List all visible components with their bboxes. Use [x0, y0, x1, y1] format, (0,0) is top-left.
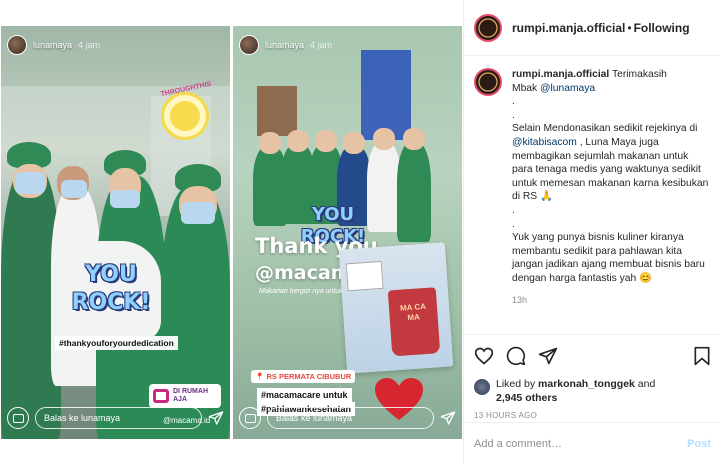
- story-2-reply-bar: Balas ke lunamaya: [239, 405, 456, 431]
- liker-avatar[interactable]: [474, 379, 490, 395]
- story-1-username[interactable]: lunamaya: [33, 40, 72, 50]
- add-comment-bar: Add a comment… Post: [464, 422, 720, 464]
- di-rumah-text: DI RUMAH: [173, 388, 208, 395]
- author-avatar[interactable]: [474, 13, 502, 42]
- story-1-avatar[interactable]: [7, 35, 27, 55]
- camera-icon[interactable]: [7, 407, 29, 429]
- hashtag-macamacare[interactable]: #macamacare untuk: [257, 388, 352, 402]
- person-2-mask: [61, 180, 87, 198]
- story-2-header: lunamaya 4 jam: [239, 34, 456, 56]
- cup-label: MA CA MA: [399, 301, 427, 323]
- sun-sticker: [161, 92, 209, 140]
- story-1-header: lunamaya 4 jam: [7, 34, 224, 56]
- liker-username[interactable]: markonah_tonggek: [538, 378, 635, 390]
- caption-dot3: .: [512, 204, 515, 216]
- medic-f-face: [403, 128, 425, 150]
- story-slide-1[interactable]: lunamaya 4 jam THROUGHTHIS YOU ROCK! #th…: [1, 26, 230, 439]
- camera-icon[interactable]: [239, 407, 261, 429]
- medic-d-face: [343, 132, 365, 154]
- share-icon[interactable]: [538, 346, 558, 366]
- comment-input[interactable]: Add a comment…: [474, 438, 562, 450]
- story-2-time: 4 jam: [310, 40, 333, 50]
- likes-text: Liked by markonah_tonggek and 2,945 othe…: [496, 377, 655, 405]
- post-media: lunamaya 4 jam THROUGHTHIS YOU ROCK! #th…: [0, 0, 463, 464]
- caption-username[interactable]: rumpi.manja.official: [512, 69, 609, 80]
- mention-lunamaya[interactable]: @lunamaya: [540, 83, 595, 94]
- following-button[interactable]: Following: [634, 21, 690, 35]
- medic-e-figure: [367, 142, 401, 232]
- medic-f-figure: [397, 142, 431, 242]
- medic-b-face: [287, 130, 309, 152]
- caption-area: rumpi.manja.official Terimakasih Mbak @l…: [464, 56, 720, 334]
- caption-avatar[interactable]: [474, 68, 502, 96]
- story-2-avatar[interactable]: [239, 35, 259, 55]
- medic-a-face: [259, 132, 281, 154]
- story-2-username[interactable]: lunamaya: [265, 40, 304, 50]
- instagram-post-view: lunamaya 4 jam THROUGHTHIS YOU ROCK! #th…: [0, 0, 720, 464]
- caption-time[interactable]: 13h: [512, 294, 711, 308]
- person-4-mask: [181, 202, 215, 224]
- posted-ago[interactable]: 13 HOURS AGO: [474, 411, 711, 420]
- caption-dot1: .: [512, 96, 515, 108]
- caption-dot4: .: [512, 218, 515, 230]
- post-sidebar: rumpi.manja.official • Following rumpi.m…: [463, 0, 720, 464]
- story-1-hashtag[interactable]: #thankyouforyourdedication: [55, 336, 178, 350]
- bookmark-icon[interactable]: [693, 346, 711, 366]
- cabinet: [257, 86, 297, 136]
- person-1-mask: [15, 172, 45, 194]
- send-icon[interactable]: [440, 410, 456, 426]
- caption-line2-prefix: Mbak: [512, 82, 541, 94]
- location-sticker[interactable]: 📍 RS PERMATA CIBUBUR: [251, 370, 356, 383]
- caption-para2: Yuk yang punya bisnis kuliner kiranya me…: [512, 232, 705, 284]
- post-header: rumpi.manja.official • Following: [464, 0, 720, 56]
- send-icon[interactable]: [208, 410, 224, 426]
- author-username[interactable]: rumpi.manja.official: [512, 21, 625, 35]
- story-1-reply-input[interactable]: Balas ke lunamaya: [35, 407, 202, 429]
- likes-middle: and: [634, 378, 656, 390]
- story-slide-2[interactable]: lunamaya 4 jam YOU ROCK! Thank you @maca…: [233, 26, 462, 439]
- you-sticker-2-text: YOU: [311, 204, 355, 225]
- caption-para1-a: Selain Mendonasikan sedikit rejekinya di: [512, 123, 698, 135]
- cup-photo-card: MA CA MA: [338, 242, 454, 374]
- story-1-time: 4 jam: [78, 40, 101, 50]
- sun-face-icon: [170, 101, 200, 131]
- you-sticker-text: YOU: [85, 262, 137, 287]
- likes-prefix: Liked by: [496, 378, 539, 390]
- story-2-reply-input[interactable]: Balas ke lunamaya: [267, 407, 434, 429]
- story-1-reply-bar: Balas ke lunamaya: [7, 405, 224, 431]
- comment-icon[interactable]: [506, 346, 526, 366]
- caption-text: rumpi.manja.official Terimakasih Mbak @l…: [512, 68, 711, 307]
- post-actions: Liked by markonah_tonggek and 2,945 othe…: [464, 334, 720, 420]
- house-icon: [153, 389, 169, 403]
- person-3-mask: [110, 190, 140, 208]
- heart-icon[interactable]: [474, 346, 494, 366]
- caption-dot2: .: [512, 109, 515, 121]
- medic-c-face: [315, 130, 337, 152]
- likes-summary: Liked by markonah_tonggek and 2,945 othe…: [474, 377, 711, 405]
- likes-count[interactable]: 2,945 others: [496, 392, 557, 404]
- paper-note: [345, 260, 384, 292]
- aja-text: AJA: [173, 396, 188, 403]
- action-icons: [474, 343, 711, 369]
- medic-e-face: [373, 128, 395, 150]
- rock-sticker-text: ROCK!: [71, 290, 151, 315]
- caption-comment: rumpi.manja.official Terimakasih Mbak @l…: [474, 68, 711, 307]
- caption-line1: Terimakasih: [611, 69, 667, 80]
- blue-curtain: [361, 50, 411, 140]
- mention-kitabisacom[interactable]: @kitabisacom: [512, 137, 577, 148]
- header-separator: •: [627, 20, 632, 35]
- post-comment-button[interactable]: Post: [687, 438, 711, 450]
